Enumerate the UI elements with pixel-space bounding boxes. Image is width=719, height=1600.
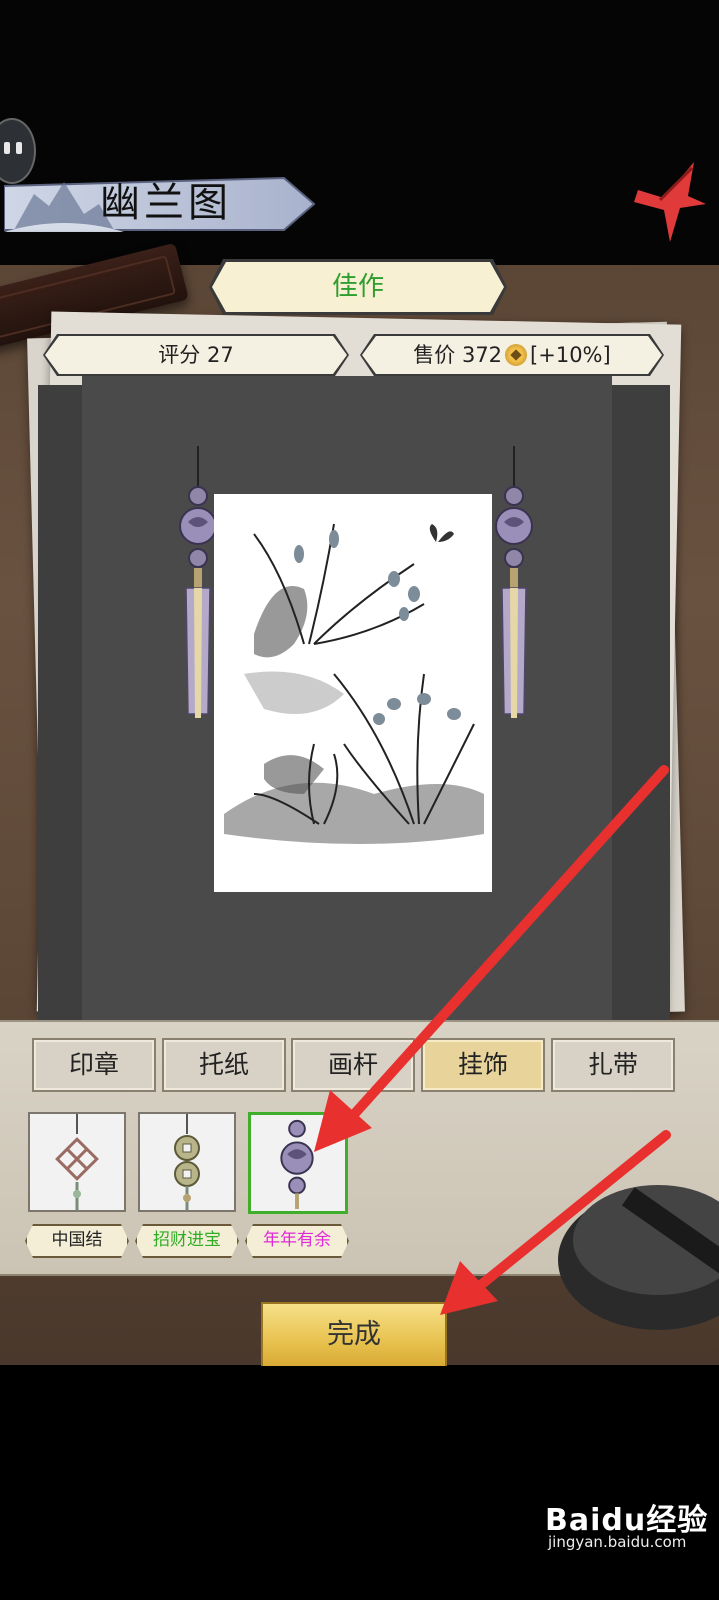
- page-title: 幽兰图: [100, 180, 232, 226]
- price-tag: 售价 372 [+10%]: [362, 336, 662, 374]
- done-button[interactable]: 完成: [261, 1302, 447, 1368]
- watermark-url: jingyan.baidu.com: [548, 1533, 687, 1551]
- close-icon[interactable]: [630, 160, 710, 244]
- item-card-fortune[interactable]: [138, 1112, 236, 1212]
- chinese-knot-icon: [55, 1114, 99, 1210]
- grade-tag: 佳作: [212, 262, 504, 312]
- eye: [16, 142, 22, 154]
- mount-edge-left: [38, 385, 83, 1025]
- score-tag: 评分 27: [45, 336, 347, 374]
- coin-icon: [505, 344, 527, 366]
- tab-backing-paper[interactable]: 托纸: [162, 1038, 286, 1092]
- coin-pendant-icon: [174, 1114, 200, 1210]
- item-card-chinese-knot[interactable]: [28, 1112, 126, 1212]
- fish-pendant-right: [495, 446, 533, 718]
- annotation-arrow-icon: [440, 1130, 671, 1315]
- price-bonus: [+10%]: [530, 343, 611, 367]
- item-label-fish: 年年有余: [245, 1224, 349, 1258]
- price-value: 售价 372: [413, 343, 503, 367]
- tab-seal[interactable]: 印章: [32, 1038, 156, 1092]
- annotation-arrow-icon: [314, 765, 669, 1152]
- bottom-area: [0, 1366, 719, 1600]
- eye: [4, 142, 10, 154]
- item-label-fortune: 招财进宝: [135, 1224, 239, 1258]
- item-label-chinese-knot: 中国结: [25, 1224, 129, 1258]
